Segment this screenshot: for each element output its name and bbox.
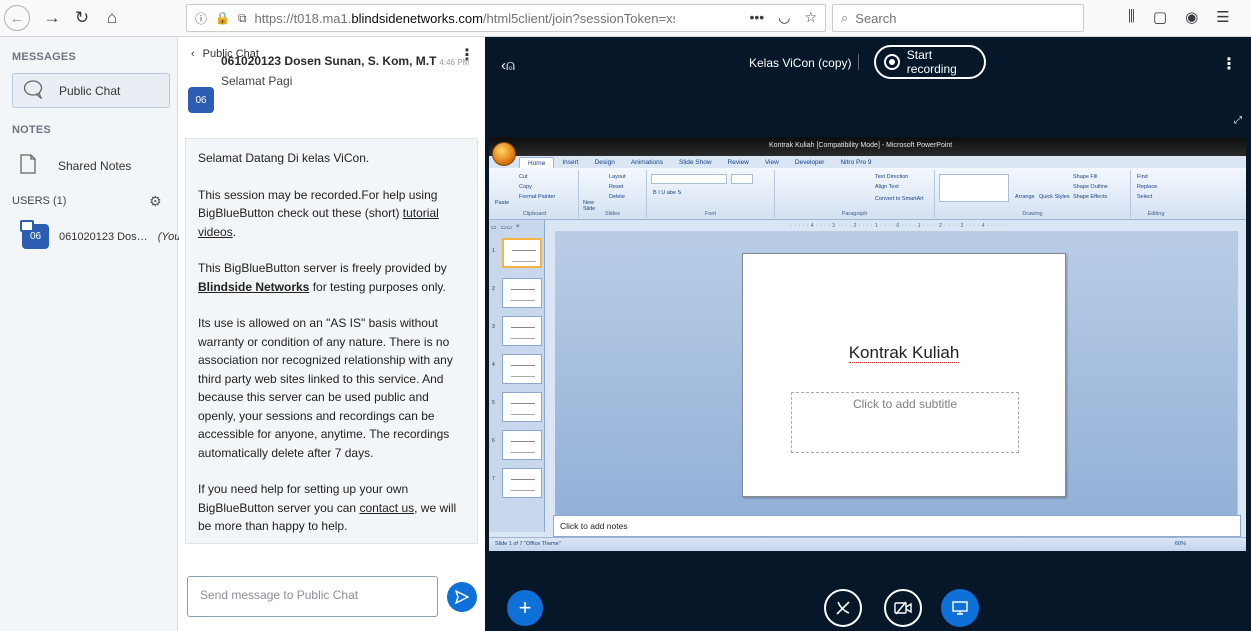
home-icon[interactable]: ⌂ bbox=[100, 6, 124, 30]
url-bar[interactable]: ⓘ 🔒 ⧉ https://t018.ma1.blindsidenetworks… bbox=[186, 4, 826, 32]
toggle-userlist-icon[interactable]: ‹⍝ bbox=[501, 57, 515, 74]
ppt-group-font: B I U abe S Font bbox=[647, 170, 775, 218]
url-text[interactable]: https://t018.ma1.blindsidenetworks.com/h… bbox=[255, 11, 675, 26]
ppt-status-bar: Slide 1 of 7 "Office Theme" 60% bbox=[489, 537, 1246, 551]
ppt-group-drawing: Arrange Quick Styles Shape Fill Shape Ou… bbox=[935, 170, 1131, 218]
account-icon[interactable]: ◉ bbox=[1185, 8, 1198, 26]
chevron-left-icon: ‹ bbox=[191, 48, 195, 60]
send-arrow-icon bbox=[455, 590, 469, 604]
start-recording-button[interactable]: Start recording bbox=[874, 45, 986, 79]
page-actions-icon[interactable]: ••• bbox=[750, 9, 765, 26]
messages-title: MESSAGES bbox=[12, 51, 76, 63]
audio-off-icon bbox=[836, 601, 850, 615]
lock-icon[interactable]: 🔒 bbox=[215, 11, 230, 25]
ppt-scrollbar bbox=[1237, 231, 1246, 515]
fullscreen-icon[interactable]: ⤢ bbox=[1234, 115, 1242, 126]
screenshare-powerpoint: Kontrak Kuliah [Compatibility Mode] - Mi… bbox=[489, 137, 1246, 551]
options-menu-icon[interactable]: ⋮ bbox=[1221, 54, 1237, 74]
document-icon bbox=[20, 154, 36, 177]
ppt-titlebar: Kontrak Kuliah [Compatibility Mode] - Mi… bbox=[489, 137, 1246, 156]
ppt-group-clipboard: Paste Cut Copy Format Painter Clipboard bbox=[491, 170, 579, 218]
title-divider bbox=[858, 54, 859, 70]
reload-icon[interactable]: ↻ bbox=[70, 6, 94, 30]
ppt-slide: Kontrak Kuliah Click to add subtitle bbox=[742, 253, 1066, 497]
ppt-notes-pane: Click to add notes bbox=[553, 515, 1241, 537]
chat-panel: ‹ Public Chat ⋮ 06 061020123 Dosen Sunan… bbox=[179, 37, 485, 631]
avatar: 06 bbox=[20, 220, 49, 249]
slide-thumbnail bbox=[502, 238, 542, 268]
library-icon[interactable]: ⫼ bbox=[1128, 8, 1135, 26]
search-icon: ⌕ bbox=[841, 10, 849, 25]
ppt-group-slides: New Slide Layout Reset Delete Slides bbox=[579, 170, 647, 218]
ppt-zoom: 60% bbox=[1174, 541, 1186, 547]
slide-subtitle-placeholder: Click to add subtitle bbox=[791, 392, 1019, 453]
ppt-ruler: · · · · · 4 · · · · 3 · · · · 2 · · · · … bbox=[553, 223, 1243, 230]
pocket-icon[interactable]: ◡ bbox=[778, 9, 790, 26]
welcome-paragraph: This session may be recorded.For help us… bbox=[198, 187, 439, 239]
message-sender: 061020123 Dosen Sunan, S. Kom, M.T 4:46 P… bbox=[221, 54, 470, 68]
ppt-group-editing: Find Replace Select Editing bbox=[1137, 174, 1165, 217]
shared-notes-label: Shared Notes bbox=[58, 158, 132, 173]
slide-thumbnail bbox=[502, 316, 542, 346]
message-time: 4:46 PM bbox=[439, 58, 470, 67]
welcome-line: Selamat Datang Di kelas ViCon. bbox=[198, 151, 370, 165]
ppt-group-paragraph: Text Direction Align Text Convert to Sma… bbox=[775, 170, 935, 218]
browser-toolbar: ← → ↻ ⌂ ⓘ 🔒 ⧉ https://t018.ma1.blindside… bbox=[0, 0, 1251, 37]
user-list-sidebar: MESSAGES Public Chat NOTES Shared Notes … bbox=[0, 37, 184, 631]
slide-thumbnail bbox=[502, 430, 542, 460]
camera-off-icon bbox=[894, 601, 912, 615]
chat-bubble-icon bbox=[23, 79, 45, 102]
gear-icon[interactable]: ⚙ bbox=[149, 193, 162, 210]
avatar: 06 bbox=[188, 87, 214, 113]
hamburger-menu-icon[interactable]: ☰ bbox=[1216, 8, 1229, 26]
desktop-icon bbox=[952, 601, 968, 615]
chat-message-input[interactable]: Send message to Public Chat bbox=[187, 576, 438, 617]
user-name: 061020123 Dos… bbox=[59, 230, 148, 243]
welcome-paragraph: If you need help for setting up your own… bbox=[198, 482, 457, 533]
permissions-icon[interactable]: ⧉ bbox=[238, 11, 247, 26]
bookmark-star-icon[interactable]: ☆ bbox=[804, 9, 817, 26]
forward-icon[interactable]: → bbox=[40, 6, 64, 30]
welcome-paragraph: This BigBlueButton server is freely prov… bbox=[198, 261, 447, 294]
blindside-networks-link[interactable]: Blindside Networks bbox=[198, 280, 309, 294]
ppt-slide-thumbnails: ▭ ▭▭ × 1 2 3 4 5 6 7 bbox=[489, 220, 545, 532]
actions-plus-button[interactable]: + bbox=[507, 590, 543, 626]
contact-us-link[interactable]: contact us bbox=[359, 501, 414, 515]
notes-title: NOTES bbox=[12, 124, 51, 136]
sidebar-icon[interactable]: ▢ bbox=[1153, 8, 1167, 26]
slide-thumbnail bbox=[502, 278, 542, 308]
share-webcam-button[interactable] bbox=[884, 589, 922, 627]
welcome-paragraph: Its use is allowed on an "AS IS" basis w… bbox=[198, 316, 453, 460]
message-text: Selamat Pagi bbox=[221, 74, 293, 88]
back-icon[interactable]: ← bbox=[4, 5, 30, 31]
sidebar-item-shared-notes[interactable]: Shared Notes bbox=[20, 154, 131, 177]
ppt-ribbon: Paste Cut Copy Format Painter Clipboard … bbox=[489, 168, 1246, 220]
office-button-icon bbox=[492, 142, 516, 166]
user-list-item[interactable]: 06 061020123 Dos… (You) bbox=[20, 220, 184, 249]
search-input[interactable]: ⌕ Search bbox=[832, 4, 1084, 32]
users-title: USERS (1) bbox=[12, 195, 67, 207]
record-label: Start recording bbox=[906, 48, 957, 76]
ppt-window-title: Kontrak Kuliah [Compatibility Mode] - Mi… bbox=[769, 142, 953, 149]
welcome-message: Selamat Datang Di kelas ViCon. This sess… bbox=[185, 138, 478, 544]
search-placeholder: Search bbox=[855, 10, 897, 26]
slide-title: Kontrak Kuliah bbox=[848, 343, 960, 363]
meeting-title: Kelas ViCon (copy) bbox=[749, 56, 852, 70]
sidebar-item-public-chat[interactable]: Public Chat bbox=[12, 73, 170, 108]
share-screen-button[interactable] bbox=[941, 589, 979, 627]
slide-thumbnail bbox=[502, 468, 542, 498]
presentation-area: ‹⍝ Kelas ViCon (copy) Start recording ⋮ … bbox=[485, 37, 1251, 631]
slide-thumbnail bbox=[502, 392, 542, 422]
record-icon bbox=[884, 54, 900, 70]
public-chat-label: Public Chat bbox=[59, 83, 121, 98]
info-icon[interactable]: ⓘ bbox=[195, 10, 207, 27]
leave-audio-button[interactable] bbox=[824, 589, 862, 627]
slide-thumbnail bbox=[502, 354, 542, 384]
send-button[interactable] bbox=[447, 582, 477, 612]
